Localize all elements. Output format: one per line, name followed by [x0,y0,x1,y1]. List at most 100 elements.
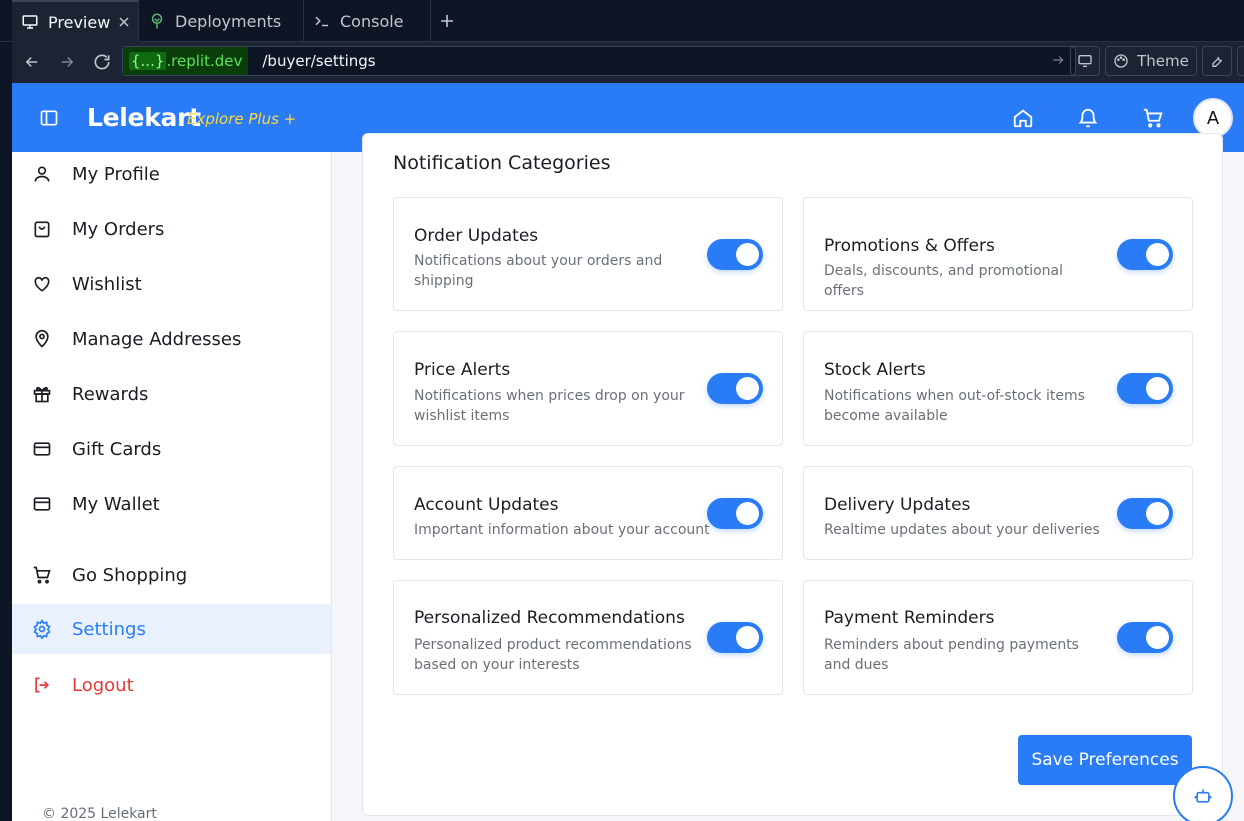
pref-description: Notifications about your orders and ship… [414,253,663,289]
brand-logo[interactable]: Lelekart [87,103,201,132]
section-title: Notification Categories [393,152,611,174]
new-tab-button[interactable] [440,0,462,42]
sidebar-item-manage-addresses[interactable]: Manage Addresses [12,314,331,364]
copyright: © 2025 Lelekart [42,806,157,821]
pref-description: Realtime updates about your deliveries [824,522,1100,538]
arrow-right-icon[interactable] [1051,53,1065,67]
pref-card-personalized: Personalized Recommendations Personalize… [393,580,783,695]
devtools-button[interactable] [1070,46,1100,76]
sidebar-item-wishlist[interactable]: Wishlist [12,259,331,309]
sidebar-item-my-profile[interactable]: My Profile [12,149,331,199]
pref-card-order-updates: Order Updates Notifications about your o… [393,197,783,311]
tab-label: Preview [48,12,111,32]
monitor-icon [1077,53,1093,69]
plus-icon [440,14,454,28]
save-preferences-button[interactable]: Save Preferences [1018,735,1192,785]
monitor-icon [20,12,40,32]
url-path: /buyer/settings [262,52,376,70]
toggle-payment-reminders[interactable] [1117,622,1173,653]
home-icon[interactable] [1012,107,1034,129]
sidebar-item-gift-cards[interactable]: Gift Cards [12,424,331,474]
heart-icon [32,274,52,294]
address-bar[interactable]: {...} .replit.dev /buyer/settings [122,46,1076,76]
chatbot-button[interactable] [1173,766,1233,821]
user-icon [32,164,52,184]
reload-button[interactable] [90,50,114,74]
toggle-promotions[interactable] [1117,239,1173,270]
gear-icon [32,619,52,639]
sidebar-item-go-shopping[interactable]: Go Shopping [12,550,331,600]
sidebar-item-logout[interactable]: Logout [12,660,331,710]
pref-title: Personalized Recommendations [414,608,685,628]
sidebar: My Profile My Orders Wishlist Manage Add… [12,152,332,821]
pref-title: Payment Reminders [824,608,995,628]
tree-icon [147,11,167,31]
pref-description: Deals, discounts, and promotional offers [824,263,1063,299]
pref-title: Promotions & Offers [824,236,995,256]
sidebar-item-label: My Wallet [72,493,160,515]
theme-label: Theme [1137,52,1189,70]
sidebar-item-label: Rewards [72,383,149,405]
tab-console[interactable]: Console [304,0,430,42]
toggle-stock-alerts[interactable] [1117,373,1173,404]
bag-icon [32,219,52,239]
sidebar-item-label: My Profile [72,163,160,185]
pref-description: Reminders about pending payments and due… [824,637,1079,673]
back-button[interactable] [20,50,44,74]
wrench-icon [1209,53,1225,69]
card-icon [32,439,52,459]
sidebar-item-label: Logout [72,674,134,696]
pref-description: Personalized product recommendations bas… [414,637,692,673]
sidebar-item-label: Manage Addresses [72,328,242,350]
sidebar-item-my-orders[interactable]: My Orders [12,204,331,254]
pref-description: Notifications when out-of-stock items be… [824,388,1085,424]
toggle-delivery-updates[interactable] [1117,498,1173,529]
ide-tab-bar: Preview Deployments Console [0,0,1244,42]
sidebar-item-my-wallet[interactable]: My Wallet [12,479,331,529]
browser-toolbar: {...} .replit.dev /buyer/settings Theme [12,42,1244,83]
wallet-icon [32,494,52,514]
cart-icon [32,565,52,585]
theme-button[interactable]: Theme [1105,46,1197,76]
terminal-icon [312,11,332,31]
tab-deployments[interactable]: Deployments [139,0,303,42]
pref-card-promotions: Promotions & Offers Deals, discounts, an… [803,197,1193,311]
sidebar-item-label: Gift Cards [72,438,162,460]
pref-title: Delivery Updates [824,495,971,515]
app-viewport: Lelekart Explore Plus + A My Profile My … [12,83,1244,821]
sidebar-item-rewards[interactable]: Rewards [12,369,331,419]
pref-card-price-alerts: Price Alerts Notifications when prices d… [393,331,783,446]
logout-icon [32,675,52,695]
toggle-personalized[interactable] [707,622,763,653]
pref-title: Price Alerts [414,360,511,380]
tools-button[interactable] [1202,46,1232,76]
robot-icon [1193,786,1213,806]
map-pin-icon [32,329,52,349]
gift-icon [32,384,52,404]
overflow-button[interactable] [1237,46,1244,76]
sidebar-item-label: Settings [72,618,146,640]
avatar[interactable]: A [1193,98,1233,138]
tab-label: Deployments [175,11,282,31]
bell-icon[interactable] [1077,107,1099,129]
tab-label: Console [340,11,404,31]
sidebar-item-settings[interactable]: Settings [12,604,331,654]
pref-title: Account Updates [414,495,559,515]
pref-card-account-updates: Account Updates Important information ab… [393,466,783,560]
pref-title: Order Updates [414,226,539,246]
toggle-price-alerts[interactable] [707,373,763,404]
sidebar-item-label: Go Shopping [72,564,188,586]
tab-preview[interactable]: Preview [12,0,138,42]
brand-tagline: Explore Plus + [187,110,297,128]
sidebar-item-label: My Orders [72,218,165,240]
pref-description: Important information about your account [414,522,710,538]
pref-description: Notifications when prices drop on your w… [414,388,685,424]
toggle-account-updates[interactable] [707,498,763,529]
palette-icon [1113,53,1129,69]
sidebar-toggle-icon[interactable] [39,108,59,128]
sidebar-item-label: Wishlist [72,273,142,295]
cart-icon[interactable] [1142,107,1164,129]
forward-button[interactable] [55,50,79,74]
close-icon[interactable] [118,16,130,28]
toggle-order-updates[interactable] [707,239,763,270]
